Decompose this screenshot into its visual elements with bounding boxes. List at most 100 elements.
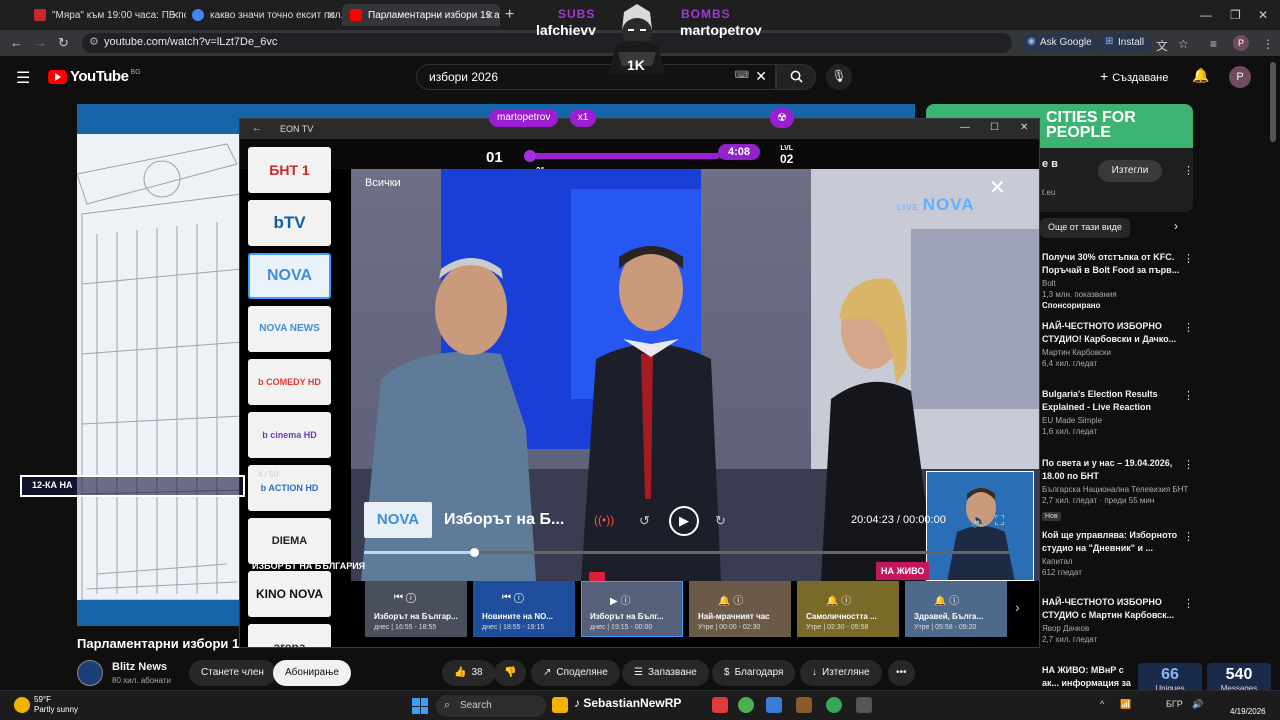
thanks-button[interactable]: $ Благодаря <box>712 660 796 686</box>
weather-widget[interactable]: 59°F Partly sunny <box>34 695 78 715</box>
install-app-button[interactable]: ⊞ Install <box>1100 34 1153 52</box>
related-video-3[interactable]: Bulgaria's Election Results Explained - … <box>1042 388 1182 436</box>
program-card[interactable]: 🔔 ⓘ Най-мрачният час Утре | 00:00 - 02:3… <box>689 581 791 637</box>
guide-next-icon[interactable]: › <box>1015 599 1020 615</box>
more-options-icon[interactable]: ⋮ <box>1183 321 1194 334</box>
reading-list-icon[interactable]: ≡ <box>1210 37 1217 51</box>
more-options-icon[interactable]: ⋮ <box>1183 458 1194 471</box>
close-overlay-icon[interactable]: ✕ <box>989 175 1006 200</box>
fullscreen-icon[interactable]: ⛶ <box>995 513 1004 529</box>
program-card[interactable]: 🔔 ⓘ Здравей, Бълга... Утре | 05:58 - 09:… <box>905 581 1007 637</box>
app-icon[interactable] <box>796 697 812 713</box>
channel-bnt1[interactable]: БНТ 1 <box>248 147 331 193</box>
rewind-icon[interactable]: ↺ <box>639 513 650 529</box>
channel-name[interactable]: Blitz News <box>112 661 167 673</box>
weather-sun-icon[interactable] <box>14 697 30 713</box>
reload-icon[interactable]: ↻ <box>58 35 69 51</box>
live-broadcast-icon[interactable]: ((•)) <box>594 513 614 527</box>
channel-diema[interactable]: DIEMA <box>248 518 331 564</box>
close-window-icon[interactable]: ✕ <box>1258 8 1268 22</box>
join-button[interactable]: Станете член <box>189 660 276 686</box>
network-icon[interactable]: 📶 <box>1120 699 1131 710</box>
back-icon[interactable]: ← <box>252 123 262 134</box>
more-options-icon[interactable]: ⋮ <box>1183 530 1194 543</box>
clock[interactable]: 4/19/2026 <box>1230 695 1266 717</box>
maximize-icon[interactable]: ❐ <box>1230 8 1241 22</box>
related-video-4[interactable]: По света и у нас – 19.04.2026, 18.00 по … <box>1042 457 1188 523</box>
program-card[interactable]: 🔔 ⓘ Самоличността ... Утре | 02:30 - 05:… <box>797 581 899 637</box>
play-button[interactable]: ▶ <box>669 506 699 536</box>
filter-label[interactable]: Всички <box>365 177 401 189</box>
hamburger-menu-icon[interactable]: ☰ <box>16 68 30 88</box>
chrome-icon[interactable] <box>738 697 754 713</box>
youtube-search-button[interactable] <box>776 64 816 90</box>
youtube-search-input[interactable]: избори 2026 ⌨ ✕ <box>416 64 776 90</box>
more-options-icon[interactable]: ⋮ <box>1183 164 1194 177</box>
forward-icon[interactable]: → <box>34 35 47 50</box>
youtube-account-avatar[interactable]: P <box>1229 66 1251 88</box>
channel-btv[interactable]: bTV <box>248 200 331 246</box>
channel-arena[interactable]: arena <box>248 624 331 647</box>
page-scrollbar[interactable] <box>1270 56 1276 690</box>
more-options-icon[interactable]: ⋮ <box>1183 252 1194 265</box>
youtube-logo[interactable]: YouTube BG <box>48 68 141 85</box>
program-card-current[interactable]: ▶ ⓘ Изборът на Бълг... днес | 19:15 - 00… <box>581 581 683 637</box>
seek-knob[interactable] <box>469 548 479 557</box>
minimize-icon[interactable]: — <box>1200 8 1212 22</box>
related-video-1[interactable]: Получи 30% отстъпка от KFC. Поръчай в Bo… <box>1042 251 1182 310</box>
translate-icon[interactable]: 文 <box>1156 37 1168 54</box>
windows-start-icon[interactable] <box>412 698 428 714</box>
ask-google-button[interactable]: ◉ Ask Google <box>1022 34 1100 52</box>
browser-tab-3[interactable]: Парламентарни избори 19 ап... ✕ <box>342 4 500 26</box>
related-video-6[interactable]: НАЙ-ЧЕСТНОТО ИЗБОРНО СТУДИО с Мартин Кар… <box>1042 596 1182 644</box>
close-icon[interactable]: ✕ <box>327 9 336 22</box>
back-icon[interactable]: ← <box>10 35 23 50</box>
related-video-5[interactable]: Кой ще управлява: Изборното студио на "Д… <box>1042 529 1182 577</box>
program-card[interactable]: ⏮ ⓘ Новините на NO... днес | 18:55 - 19:… <box>473 581 575 637</box>
volume-icon[interactable]: 🔊 <box>1192 699 1203 710</box>
site-info-icon[interactable]: ⚙ <box>89 35 99 48</box>
browser-tab-1[interactable]: "Мяра" към 19:00 часа: ПБ по... ✕ <box>26 4 186 26</box>
tray-chevron-icon[interactable]: ^ <box>1100 699 1104 709</box>
notifications-bell-icon[interactable]: 🔔 <box>1192 67 1209 84</box>
forward-icon[interactable]: ↻ <box>715 513 726 529</box>
taskbar-search[interactable]: ⌕ Search <box>436 695 546 717</box>
close-icon[interactable]: ✕ <box>485 9 494 22</box>
subscribe-button[interactable]: Абонирање <box>273 660 351 686</box>
volume-icon[interactable]: 🔈 <box>971 513 987 529</box>
browser-tab-2[interactable]: какво значи точно ексит пол... ✕ <box>184 4 342 26</box>
channel-nova-news[interactable]: NOVA NEWS <box>248 306 331 352</box>
file-explorer-icon[interactable] <box>552 697 568 713</box>
chrome-icon[interactable] <box>826 697 842 713</box>
seek-bar[interactable] <box>364 548 1009 557</box>
app-icon[interactable] <box>766 697 782 713</box>
clear-search-icon[interactable]: ✕ <box>755 68 767 85</box>
chip-more-from-video[interactable]: Още от тази виде <box>1040 218 1130 238</box>
channel-avatar[interactable] <box>77 660 103 686</box>
keyboard-icon[interactable]: ⌨ <box>735 70 749 81</box>
more-options-icon[interactable]: ⋮ <box>1183 597 1194 610</box>
channel-bcinema[interactable]: b cinema HD <box>248 412 331 458</box>
browser-menu-icon[interactable]: ⋮ <box>1262 37 1274 51</box>
more-options-icon[interactable]: ⋮ <box>1183 389 1194 402</box>
download-button[interactable]: ↓ Изтегляне <box>800 660 882 686</box>
channel-nova[interactable]: NOVA <box>248 253 331 299</box>
create-button[interactable]: + Създаване <box>1100 68 1168 84</box>
close-window-icon[interactable]: ✕ <box>1020 122 1028 133</box>
scrollbar-thumb[interactable] <box>1270 62 1276 142</box>
new-tab-button[interactable]: + <box>505 6 514 24</box>
save-button[interactable]: ☰ Запазване <box>622 660 709 686</box>
channel-bcomedy[interactable]: b COMEDY HD <box>248 359 331 405</box>
chips-next-icon[interactable]: › <box>1166 218 1186 238</box>
program-card[interactable]: ⏮ ⓘ Изборът на Българ... днес | 16:55 - … <box>365 581 467 637</box>
share-button[interactable]: ↗ Споделяне <box>531 660 620 686</box>
dislike-button[interactable]: 👎 <box>494 660 527 686</box>
bookmark-star-icon[interactable]: ☆ <box>1178 37 1189 51</box>
minimize-icon[interactable]: — <box>960 122 970 133</box>
voice-search-button[interactable]: 🎙 <box>826 64 852 90</box>
language-indicator[interactable]: БГР <box>1166 699 1183 709</box>
more-actions-button[interactable]: ••• <box>888 660 915 686</box>
ad-download-button[interactable]: Изтегли <box>1098 160 1162 182</box>
like-button[interactable]: 👍 38 <box>442 660 495 686</box>
related-video-2[interactable]: НАЙ-ЧЕСТНОТО ИЗБОРНО СТУДИО! Карбовски и… <box>1042 320 1182 368</box>
